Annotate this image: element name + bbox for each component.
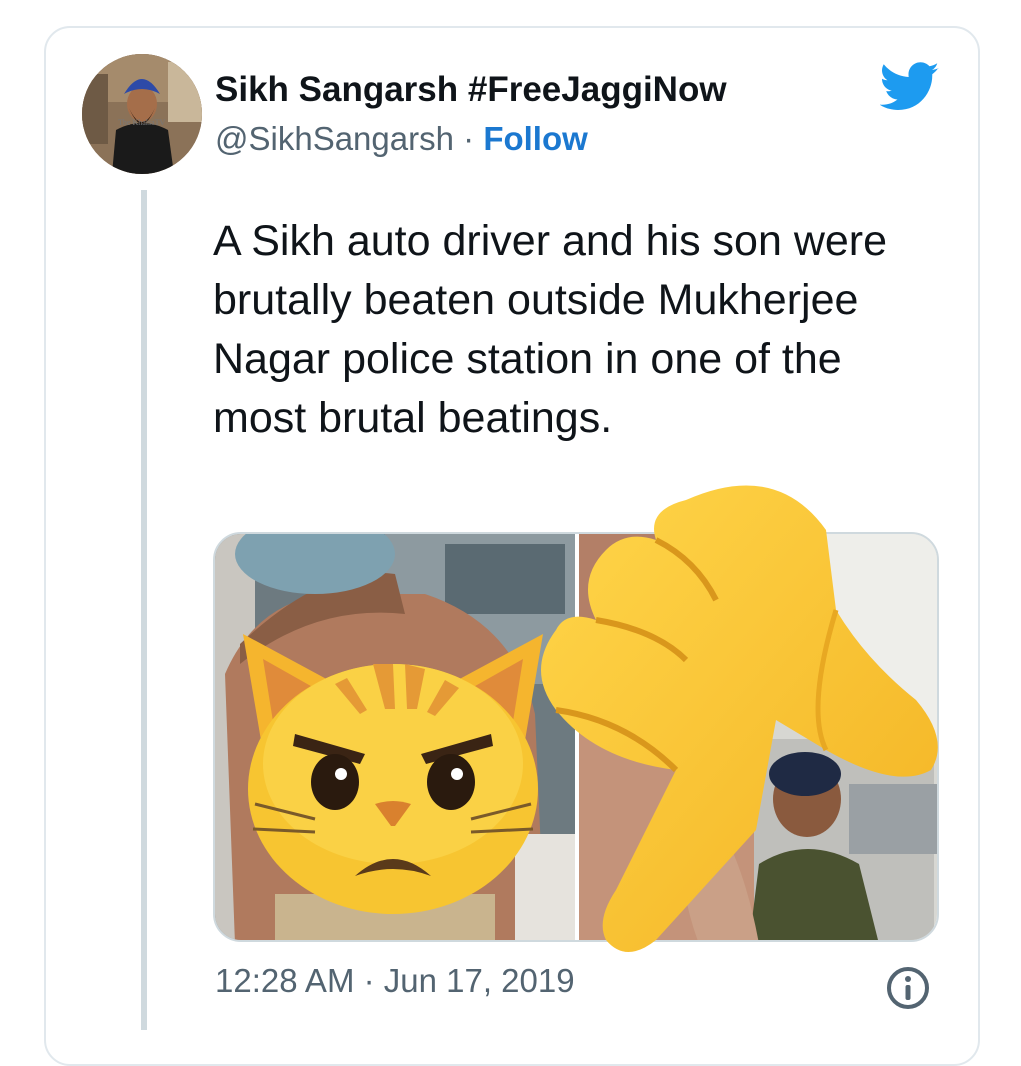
- thread-line: [141, 190, 147, 1030]
- avatar[interactable]: The KhalsaTV: [82, 54, 202, 174]
- handle-row: @SikhSangarsh · Follow: [215, 120, 588, 158]
- tweet-text: A Sikh auto driver and his son were brut…: [213, 217, 888, 442]
- twitter-bird-icon[interactable]: [880, 62, 940, 112]
- avatar-photo: [82, 54, 202, 174]
- info-icon[interactable]: [884, 964, 932, 1012]
- tweet-timestamp[interactable]: 12:28 AM · Jun 17, 2019: [215, 962, 575, 1000]
- handle[interactable]: @SikhSangarsh: [215, 120, 454, 157]
- follow-button[interactable]: Follow: [483, 120, 587, 157]
- separator-dot: ·: [463, 120, 475, 157]
- backhand-index-pointing-down-emoji: [541, 485, 938, 952]
- pouting-cat-emoji: [243, 634, 543, 914]
- avatar-watermark: The KhalsaTV: [118, 118, 166, 127]
- display-name[interactable]: Sikh Sangarsh #FreeJaggiNow: [215, 70, 727, 110]
- photo-left[interactable]: [215, 534, 575, 940]
